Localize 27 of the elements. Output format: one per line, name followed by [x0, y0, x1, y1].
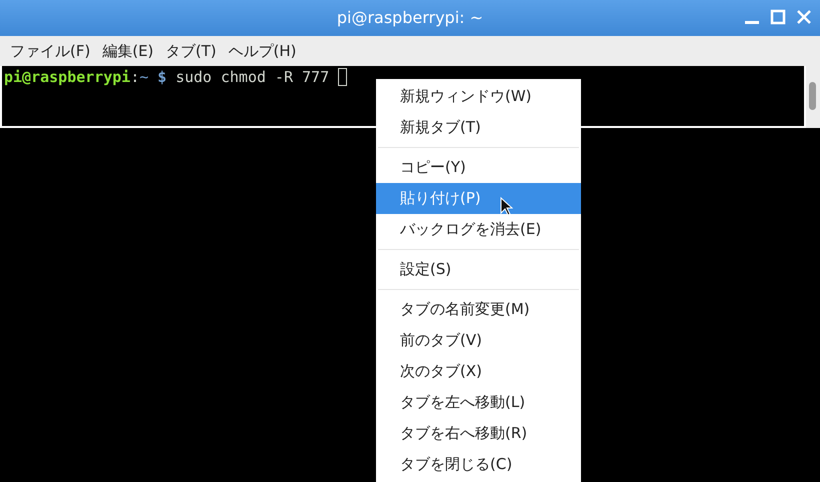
context-menu-item[interactable]: 前のタブ(V)	[376, 325, 581, 356]
prompt-text: pi@raspberrypi	[4, 67, 130, 87]
context-menu-item[interactable]: タブを右へ移動(R)	[376, 418, 581, 449]
menu-item[interactable]: タブ(T)	[160, 40, 222, 62]
context-menu-item[interactable]: 新規タブ(T)	[376, 112, 581, 143]
prompt-text: $	[156, 67, 167, 87]
scrollbar[interactable]	[806, 66, 820, 128]
context-menu-item[interactable]: コピー(Y)	[376, 152, 581, 183]
context-menu-item[interactable]: 設定(S)	[376, 254, 581, 285]
menu-item[interactable]: ヘルプ(H)	[222, 40, 302, 62]
scrollbar-thumb[interactable]	[809, 82, 816, 110]
menu-item[interactable]: 編集(E)	[96, 40, 160, 62]
menu-item[interactable]: ファイル(F)	[4, 40, 96, 62]
prompt-text: sudo chmod -R 777	[174, 67, 330, 87]
context-menu-item[interactable]: タブを閉じる(C)	[376, 449, 581, 480]
context-menu-item[interactable]: 新規ウィンドウ(W)	[376, 81, 581, 112]
prompt-text: :	[130, 67, 140, 87]
context-menu-item[interactable]: タブの名前変更(M)	[376, 294, 581, 325]
text-cursor	[338, 68, 348, 86]
window-title: pi@raspberrypi: ~	[336, 7, 484, 29]
close-icon[interactable]	[796, 9, 812, 25]
maximize-icon[interactable]	[770, 9, 786, 25]
context-menu-item[interactable]: タブを左へ移動(L)	[376, 387, 581, 418]
context-menu-item[interactable]: バックログを消去(E)	[376, 214, 581, 245]
mouse-pointer-icon	[500, 197, 513, 216]
context-menu-item[interactable]: 次のタブ(X)	[376, 356, 581, 387]
prompt-text: ~	[139, 67, 148, 87]
